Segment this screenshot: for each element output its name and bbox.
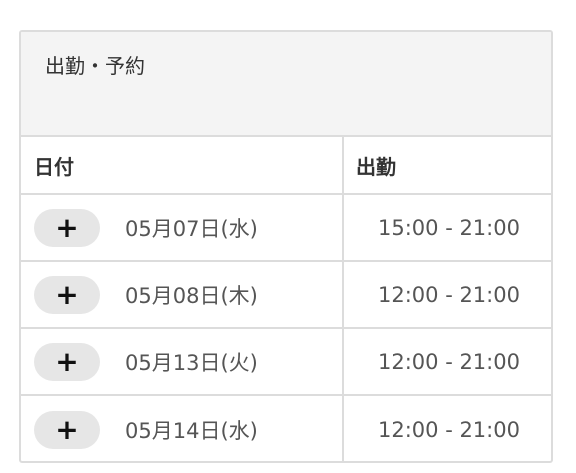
shift-time: 12:00 - 21:00 — [378, 282, 520, 307]
panel-title: 出勤・予約 — [21, 32, 551, 137]
date-column-header: 日付 — [21, 137, 344, 193]
plus-icon: + — [55, 278, 79, 311]
shift-time: 12:00 - 21:00 — [378, 349, 520, 374]
date-label: 05月08日(木) — [125, 283, 258, 308]
date-cell: + 05月08日(木) — [21, 262, 344, 327]
table-header-row: 日付 出勤 — [21, 137, 551, 195]
table-row: + 05月08日(木) 12:00 - 21:00 — [21, 262, 551, 329]
table-row: + 05月14日(水) 12:00 - 21:00 — [21, 396, 551, 461]
attendance-panel: 出勤・予約 日付 出勤 + 05月07日(水) 15:00 - 21:00 + … — [19, 30, 553, 463]
table-row: + 05月07日(水) 15:00 - 21:00 — [21, 195, 551, 262]
date-cell: + 05月07日(水) — [21, 195, 344, 260]
shift-column-header: 出勤 — [356, 154, 396, 179]
add-button[interactable]: + — [34, 208, 100, 247]
plus-icon: + — [55, 345, 79, 378]
date-cell: + 05月14日(水) — [21, 396, 344, 461]
plus-icon: + — [55, 413, 79, 446]
add-button[interactable]: + — [34, 275, 100, 314]
add-button[interactable]: + — [34, 410, 100, 449]
date-label: 05月14日(水) — [125, 418, 258, 443]
date-label: 05月07日(水) — [125, 216, 258, 241]
plus-icon: + — [55, 211, 79, 244]
add-button[interactable]: + — [34, 342, 100, 381]
date-label: 05月13日(火) — [125, 350, 258, 375]
date-cell: + 05月13日(火) — [21, 329, 344, 394]
table-row: + 05月13日(火) 12:00 - 21:00 — [21, 329, 551, 396]
shift-time: 15:00 - 21:00 — [378, 215, 520, 240]
shift-time: 12:00 - 21:00 — [378, 417, 520, 442]
